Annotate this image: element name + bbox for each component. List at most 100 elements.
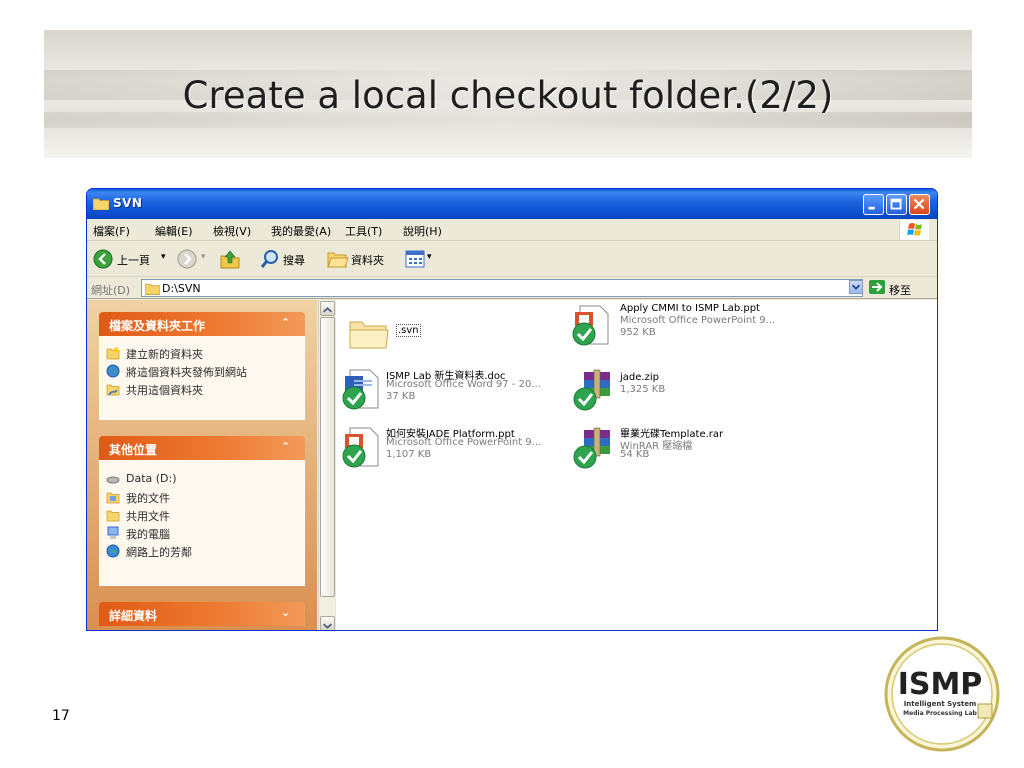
folders-button[interactable]: 資料夾 (351, 252, 384, 268)
windows-logo (899, 220, 929, 240)
content-area: 檔案及資料夾工作 ⌃ 建立新的資料夾 將這個資料夾發佈到網站 共用這個資料夾 其… (87, 300, 937, 630)
collapse-icon[interactable]: ⌃ (281, 440, 290, 453)
forward-dropdown-icon[interactable]: ▾ (201, 252, 206, 262)
title-bar[interactable]: SVN (87, 189, 937, 219)
address-dropdown-button[interactable] (849, 280, 863, 294)
network-icon (106, 544, 120, 558)
up-folder-icon[interactable] (219, 248, 241, 270)
place-my-documents[interactable]: 我的文件 (100, 488, 304, 506)
logo-text: ISMP (898, 667, 983, 702)
chevron-down-icon (851, 284, 861, 290)
file-item[interactable]: 如何安裝JADE Platform.ppt Microsoft Office P… (336, 424, 576, 474)
maximize-button[interactable] (886, 194, 907, 215)
zip-icon (573, 369, 610, 411)
task-new-folder[interactable]: 建立新的資料夾 (100, 344, 304, 362)
place-shared-documents[interactable]: 共用文件 (100, 506, 304, 524)
slide-title: Create a local checkout folder.(2/2) (182, 74, 834, 117)
ismp-lab-logo: ISMP Intelligent System Media Processing… (884, 636, 1000, 752)
file-size: 1,325 KB (620, 384, 666, 395)
expand-icon[interactable]: ⌄ (281, 606, 290, 619)
address-label: 網址(D) (91, 284, 131, 297)
search-icon[interactable] (259, 248, 281, 270)
file-tasks-header[interactable]: 檔案及資料夾工作 ⌃ (99, 312, 305, 336)
file-item[interactable]: ISMP Lab 新生資料表.doc Microsoft Office Word… (336, 366, 576, 416)
file-name: .svn (396, 324, 421, 337)
menu-favorites[interactable]: 我的最愛(A) (271, 223, 331, 239)
panel-title: 檔案及資料夾工作 (109, 319, 206, 333)
details-header[interactable]: 詳細資料 ⌄ (99, 602, 305, 626)
toolbar: 上一頁 ▾ ▾ 搜尋 資料夾 ▾ (87, 241, 937, 277)
task-publish-web[interactable]: 將這個資料夾發佈到網站 (100, 362, 304, 380)
file-list: .svn Apply CMMI to ISMP Lab.ppt Microsof… (336, 300, 937, 630)
new-folder-icon (106, 347, 120, 360)
back-button[interactable]: 上一頁 (117, 252, 150, 268)
other-places-header[interactable]: 其他位置 ⌃ (99, 436, 305, 460)
menu-view[interactable]: 檢視(V) (213, 223, 251, 239)
ppt-icon (342, 427, 379, 468)
details-panel: 詳細資料 ⌄ (99, 602, 305, 626)
window-title: SVN (113, 196, 143, 210)
address-path: D:\SVN (162, 282, 201, 295)
task-share-folder[interactable]: 共用這個資料夾 (100, 380, 304, 398)
go-label[interactable]: 移至 (889, 282, 911, 298)
place-my-computer[interactable]: 我的電腦 (100, 524, 304, 542)
back-dropdown-icon[interactable]: ▾ (161, 252, 166, 262)
file-size: 1,107 KB (386, 449, 432, 460)
explorer-window: SVN 檔案(F) 編輯(E) 檢視(V) 我的最愛(A) 工具(T) 說明(H… (86, 188, 938, 631)
task-pane: 檔案及資料夾工作 ⌃ 建立新的資料夾 將這個資料夾發佈到網站 共用這個資料夾 其… (87, 300, 317, 630)
file-name: jade.zip (620, 372, 659, 383)
computer-icon (107, 526, 119, 539)
chevron-down-icon (323, 623, 332, 629)
shared-folder-icon (106, 510, 120, 522)
logo-line-2: Media Processing Lab (903, 710, 977, 717)
file-type: Microsoft Office PowerPoint 9... (620, 315, 776, 326)
minimize-button[interactable] (863, 194, 884, 215)
file-item[interactable]: Apply CMMI to ISMP Lab.ppt Microsoft Off… (570, 302, 810, 352)
place-network[interactable]: 網路上的芳鄰 (100, 542, 304, 560)
place-data-drive[interactable]: Data (D:) (100, 470, 304, 488)
back-arrow-icon[interactable] (93, 249, 113, 269)
file-item[interactable]: jade.zip 1,325 KB (570, 366, 810, 416)
file-size: 54 KB (620, 449, 650, 460)
folders-icon[interactable] (327, 249, 349, 269)
go-button[interactable] (869, 280, 885, 294)
folder-icon (349, 321, 389, 349)
views-icon[interactable] (405, 250, 425, 268)
documents-folder-icon (106, 492, 120, 504)
close-button[interactable] (909, 194, 930, 215)
file-item[interactable]: .svn (346, 310, 546, 356)
address-bar: 網址(D) D:\SVN 移至 (87, 277, 937, 299)
vertical-scrollbar[interactable] (318, 300, 335, 630)
collapse-icon[interactable]: ⌃ (281, 316, 290, 329)
file-tasks-panel: 檔案及資料夾工作 ⌃ 建立新的資料夾 將這個資料夾發佈到網站 共用這個資料夾 (99, 312, 305, 420)
scroll-thumb[interactable] (320, 317, 335, 597)
go-arrow-icon (872, 282, 883, 292)
globe-icon (106, 364, 120, 378)
panel-title: 其他位置 (109, 443, 158, 457)
menu-help[interactable]: 說明(H) (403, 223, 442, 239)
scroll-up-button[interactable] (320, 301, 335, 316)
menu-file[interactable]: 檔案(F) (93, 223, 130, 239)
search-button[interactable]: 搜尋 (283, 252, 305, 268)
minimize-icon (868, 206, 875, 210)
menu-tools[interactable]: 工具(T) (345, 223, 382, 239)
logo-seal (977, 703, 993, 719)
folder-icon (93, 198, 109, 210)
maximize-icon (890, 198, 902, 210)
ppt-icon (572, 305, 609, 346)
panel-title: 詳細資料 (109, 609, 158, 623)
address-input[interactable]: D:\SVN (141, 279, 863, 297)
file-item[interactable]: 畢業光碟Template.rar WinRAR 壓縮檔 54 KB (570, 424, 810, 474)
views-dropdown-icon[interactable]: ▾ (427, 252, 432, 262)
share-folder-icon (106, 384, 120, 396)
file-type: Microsoft Office Word 97 - 20... (386, 379, 541, 390)
other-places-panel: 其他位置 ⌃ Data (D:) 我的文件 共用文件 我的電腦 網路上的芳鄰 (99, 436, 305, 586)
menu-edit[interactable]: 編輯(E) (155, 223, 193, 239)
windows-flag-icon (907, 223, 922, 236)
file-name: Apply CMMI to ISMP Lab.ppt (620, 303, 760, 314)
folder-icon (145, 283, 160, 295)
menu-bar: 檔案(F) 編輯(E) 檢視(V) 我的最愛(A) 工具(T) 說明(H) (87, 219, 937, 241)
chevron-up-icon (323, 307, 332, 313)
scroll-down-button[interactable] (320, 616, 335, 630)
forward-arrow-icon[interactable] (177, 249, 197, 269)
